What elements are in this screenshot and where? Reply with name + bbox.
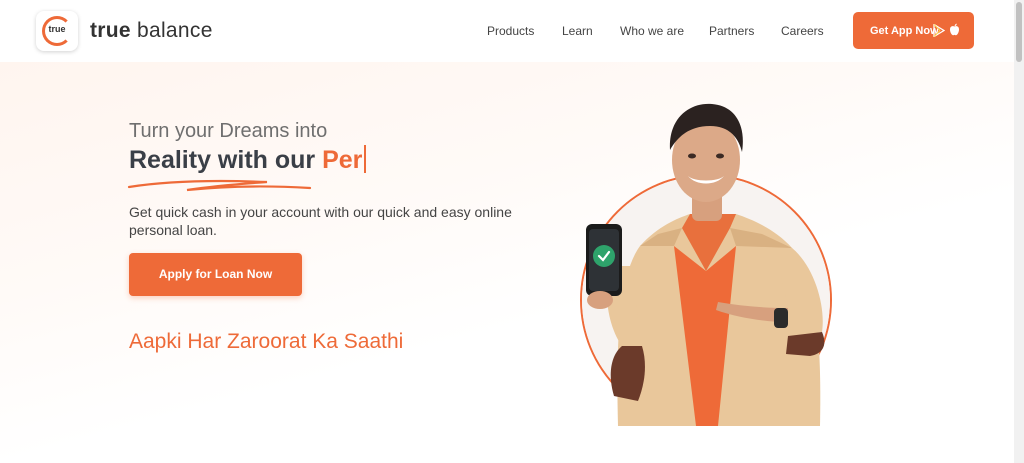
person-figure xyxy=(586,103,825,426)
brand-name-rest: balance xyxy=(130,19,213,42)
hero-illustration xyxy=(580,103,832,426)
hero-heading-line2: Reality with our Per xyxy=(129,145,367,175)
watch-icon xyxy=(774,308,788,328)
get-app-button[interactable]: Get App Now xyxy=(853,12,974,49)
nav-careers[interactable]: Careers xyxy=(781,24,824,38)
hero-tagline: Aapki Har Zaroorat Ka Saathi xyxy=(129,330,404,353)
hero-heading-static: Reality with our xyxy=(129,146,323,174)
hero-description: Get quick cash in your account with our … xyxy=(129,204,512,238)
hero-section: Turn your Dreams into Reality with our P… xyxy=(0,62,1014,463)
underline-swoosh xyxy=(127,179,312,192)
logo-text: true xyxy=(48,24,66,34)
google-play-icon xyxy=(933,24,945,37)
get-app-label: Get App Now xyxy=(870,25,939,37)
brand-name[interactable]: true balance xyxy=(90,19,213,43)
hero-heading-typed: Per xyxy=(322,146,363,174)
hero-heading-line1: Turn your Dreams into xyxy=(129,120,328,142)
page-scrollbar[interactable] xyxy=(1014,0,1024,463)
verified-badge-icon xyxy=(593,245,615,267)
nav-learn[interactable]: Learn xyxy=(562,24,593,38)
apply-for-loan-button[interactable]: Apply for Loan Now xyxy=(129,253,302,296)
scrollbar-thumb[interactable] xyxy=(1016,2,1022,62)
nav-products[interactable]: Products xyxy=(487,24,534,38)
nav-partners[interactable]: Partners xyxy=(709,24,754,38)
apple-icon xyxy=(950,23,959,36)
typing-caret xyxy=(364,145,367,173)
nav-who-we-are[interactable]: Who we are xyxy=(620,24,684,38)
brand-name-bold: true xyxy=(90,19,131,42)
site-header: true true balance Products Learn Who we … xyxy=(0,0,1014,62)
logo-badge[interactable]: true xyxy=(36,11,78,51)
